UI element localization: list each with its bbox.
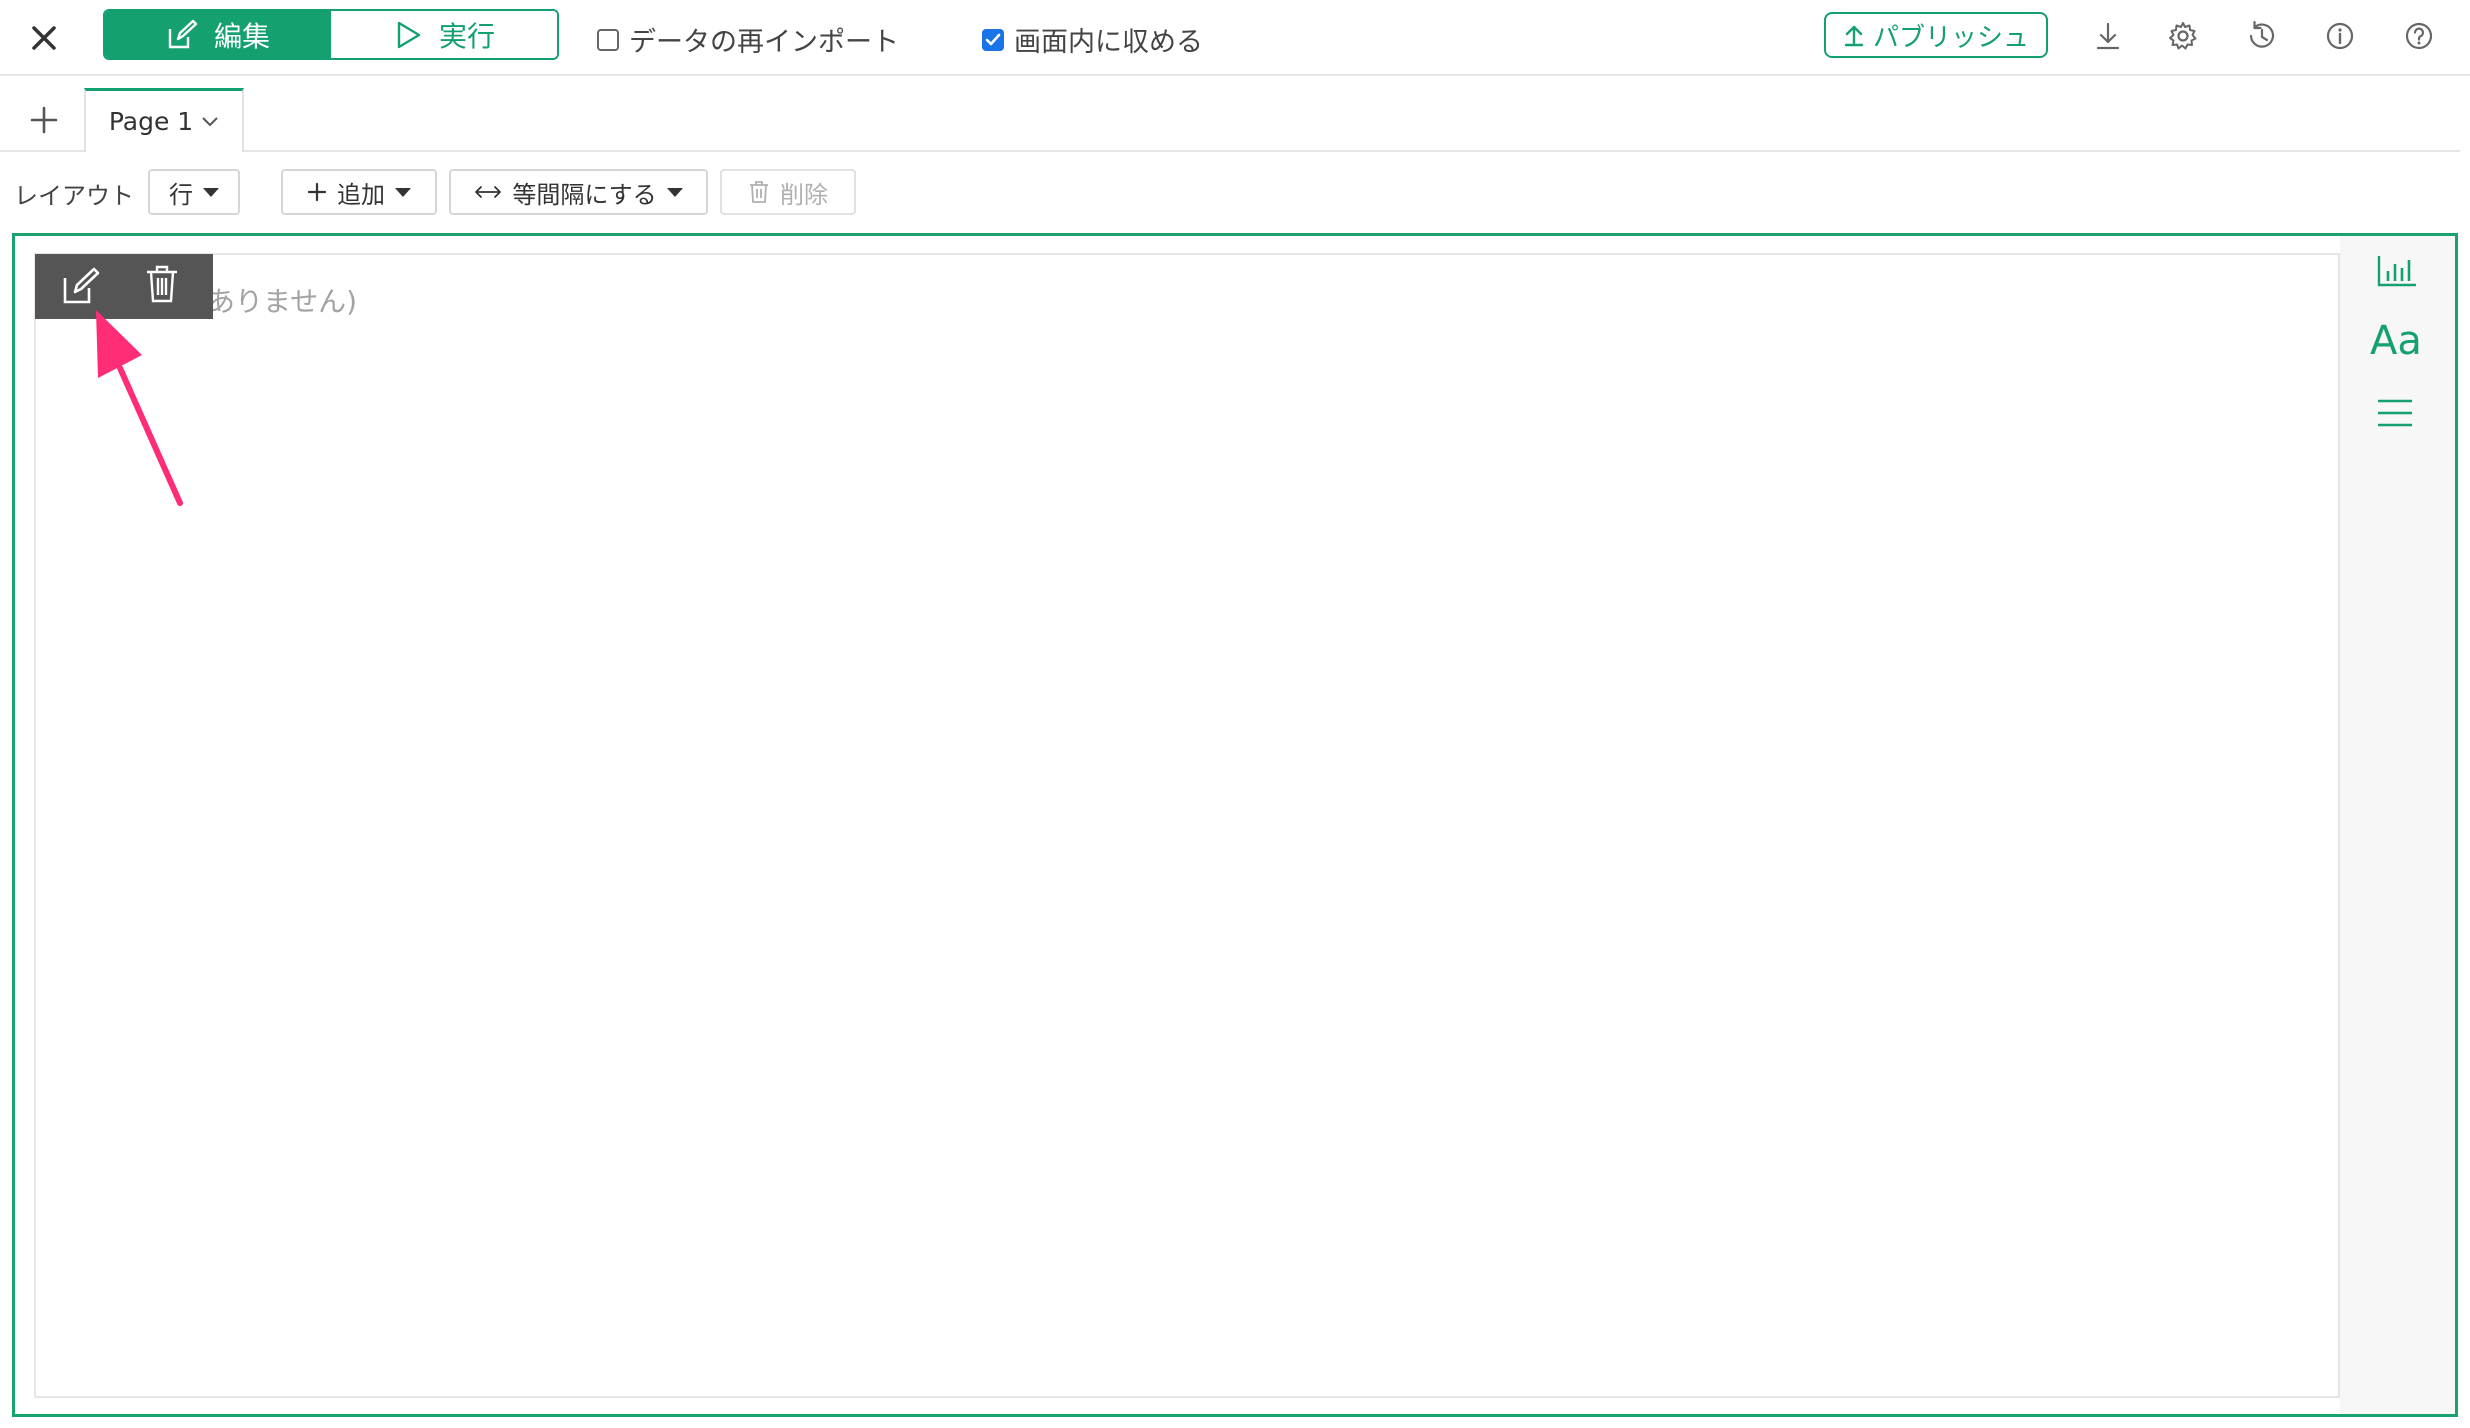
- delete-label: 削除: [780, 180, 828, 209]
- equal-spacing-button[interactable]: 等間隔にする: [449, 169, 708, 215]
- edit-mode-label: 編集: [213, 19, 270, 53]
- chart-icon[interactable]: [2376, 254, 2418, 292]
- info-icon[interactable]: [2320, 16, 2360, 56]
- fit-to-screen-checkbox[interactable]: 画面内に収める: [982, 20, 1203, 59]
- upload-icon: [1844, 25, 1864, 47]
- plus-icon: [30, 106, 58, 134]
- run-mode-label: 実行: [438, 19, 495, 53]
- empty-cell-text: ありません): [207, 285, 358, 318]
- layout-select[interactable]: 行: [148, 169, 240, 215]
- gear-icon[interactable]: [2163, 16, 2203, 56]
- reimport-checkbox-box[interactable]: [597, 28, 619, 51]
- menu-icon[interactable]: [2376, 398, 2414, 432]
- layout-label: レイアウト: [14, 182, 134, 210]
- arrows-horizontal-icon: [475, 186, 502, 198]
- chevron-down-icon[interactable]: [201, 116, 219, 128]
- help-icon[interactable]: [2399, 16, 2439, 56]
- run-mode-button[interactable]: 実行: [331, 11, 557, 58]
- play-icon: [397, 21, 421, 48]
- caret-down-icon: [666, 187, 683, 197]
- reimport-label: データの再インポート: [629, 27, 899, 58]
- trash-icon: [750, 181, 768, 203]
- publish-button[interactable]: パブリッシュ: [1824, 12, 2048, 58]
- add-page-button[interactable]: [26, 102, 62, 138]
- checkmark-icon: [985, 33, 1001, 45]
- delete-button[interactable]: 削除: [720, 169, 856, 215]
- layout-value: 行: [169, 180, 193, 209]
- caret-down-icon: [395, 187, 411, 197]
- close-icon[interactable]: [22, 16, 66, 60]
- fit-label: 画面内に収める: [1014, 27, 1203, 58]
- caret-down-icon: [203, 187, 219, 197]
- history-icon[interactable]: [2242, 16, 2282, 56]
- tab-label: Page 1: [108, 107, 194, 136]
- mode-toggle: 編集 実行: [103, 9, 559, 60]
- tab-page-1[interactable]: Page 1: [84, 88, 244, 152]
- layout-cell[interactable]: [34, 253, 2340, 1398]
- tabs-divider: [0, 150, 2460, 152]
- add-label: 追加: [337, 180, 385, 209]
- edit-icon: [168, 19, 198, 48]
- download-icon[interactable]: [2088, 16, 2128, 56]
- text-icon[interactable]: Aa: [2370, 318, 2422, 364]
- add-button[interactable]: 追加: [281, 169, 437, 215]
- fit-checkbox-box[interactable]: [982, 28, 1004, 51]
- annotation-arrow: [96, 310, 183, 506]
- publish-label: パブリッシュ: [1872, 22, 2029, 53]
- edit-mode-button[interactable]: 編集: [105, 11, 331, 58]
- plus-icon: [307, 182, 327, 202]
- reimport-checkbox[interactable]: データの再インポート: [597, 20, 899, 59]
- equal-spacing-label: 等間隔にする: [512, 180, 657, 209]
